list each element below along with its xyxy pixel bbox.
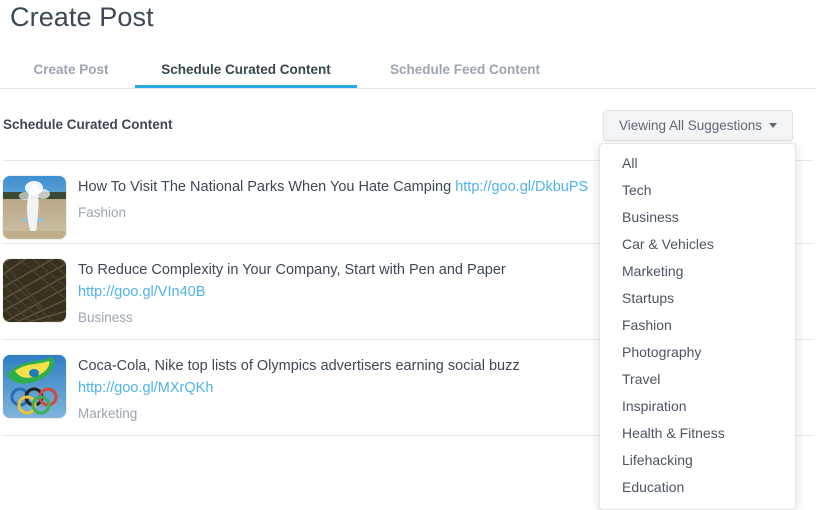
- dropdown-item-all[interactable]: All: [600, 150, 795, 177]
- tab-create-post[interactable]: Create Post: [10, 56, 132, 88]
- dropdown-item-lifehacking[interactable]: Lifehacking: [600, 447, 795, 474]
- woven-texture-thumbnail: [3, 259, 66, 322]
- dropdown-item-business[interactable]: Business: [600, 204, 795, 231]
- dropdown-item-photography[interactable]: Photography: [600, 339, 795, 366]
- suggestions-filter-dropdown: Viewing All Suggestions All Tech Busines…: [603, 110, 793, 141]
- section-heading: Schedule Curated Content: [3, 117, 173, 132]
- dropdown-item-health-fitness[interactable]: Health & Fitness: [600, 420, 795, 447]
- caret-down-icon: [769, 123, 777, 128]
- dropdown-item-education[interactable]: Education: [600, 474, 795, 501]
- suggestions-filter-menu: All Tech Business Car & Vehicles Marketi…: [599, 143, 796, 510]
- tab-schedule-feed-content[interactable]: Schedule Feed Content: [370, 56, 560, 88]
- tab-bar: Create Post Schedule Curated Content Sch…: [0, 56, 816, 89]
- suggestions-filter-button[interactable]: Viewing All Suggestions: [603, 110, 793, 141]
- olympic-rings-flag-thumbnail: [3, 355, 66, 418]
- list-item-link[interactable]: http://goo.gl/MXrQKh: [78, 380, 213, 396]
- geyser-landscape-thumbnail: [3, 176, 66, 239]
- tab-schedule-curated-content[interactable]: Schedule Curated Content: [135, 56, 357, 88]
- list-item-link[interactable]: http://goo.gl/DkbuPS: [455, 179, 588, 195]
- dropdown-item-startups[interactable]: Startups: [600, 285, 795, 312]
- list-item-link[interactable]: http://goo.gl/VIn40B: [78, 284, 205, 300]
- dropdown-item-marketing[interactable]: Marketing: [600, 258, 795, 285]
- list-item-title-text: Coca-Cola, Nike top lists of Olympics ad…: [78, 358, 520, 374]
- suggestions-filter-label: Viewing All Suggestions: [619, 118, 762, 133]
- dropdown-item-inspiration[interactable]: Inspiration: [600, 393, 795, 420]
- dropdown-item-travel[interactable]: Travel: [600, 366, 795, 393]
- page-title: Create Post: [10, 0, 154, 34]
- list-item-title-text: How To Visit The National Parks When You…: [78, 179, 451, 195]
- dropdown-item-tech[interactable]: Tech: [600, 177, 795, 204]
- dropdown-item-fashion[interactable]: Fashion: [600, 312, 795, 339]
- list-item-title-text: To Reduce Complexity in Your Company, St…: [78, 262, 506, 278]
- dropdown-item-car-vehicles[interactable]: Car & Vehicles: [600, 231, 795, 258]
